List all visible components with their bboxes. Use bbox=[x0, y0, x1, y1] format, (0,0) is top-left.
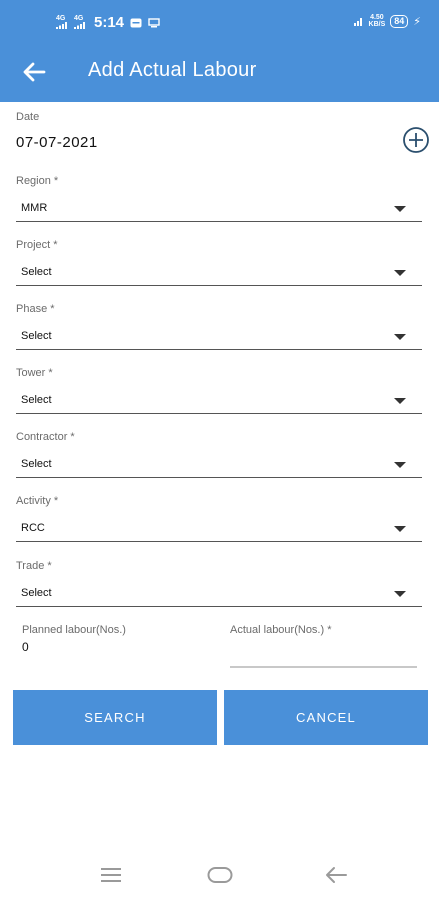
cancel-button[interactable]: CANCEL bbox=[224, 690, 428, 745]
menu-icon bbox=[101, 868, 121, 882]
contractor-label: Contractor * bbox=[16, 431, 75, 443]
contractor-dropdown[interactable]: Select bbox=[16, 452, 422, 478]
contractor-value: Select bbox=[21, 458, 52, 470]
phase-value: Select bbox=[21, 330, 52, 342]
system-back-button[interactable] bbox=[324, 864, 348, 891]
planned-labour-label: Planned labour(Nos.) bbox=[22, 624, 126, 636]
project-dropdown[interactable]: Select bbox=[16, 260, 422, 286]
back-button[interactable] bbox=[20, 58, 50, 86]
clock: 5:14 bbox=[94, 14, 125, 31]
region-label: Region * bbox=[16, 175, 59, 187]
trade-value: Select bbox=[21, 587, 52, 599]
message-icon bbox=[130, 18, 142, 27]
arrow-left-icon bbox=[23, 62, 46, 82]
network-speed: 4.50 KB/S bbox=[368, 14, 386, 28]
signal-icon bbox=[56, 21, 67, 29]
add-date-button[interactable] bbox=[402, 126, 430, 154]
signal-icon bbox=[74, 21, 85, 29]
trade-label: Trade * bbox=[16, 560, 52, 572]
home-icon bbox=[207, 867, 233, 883]
actual-labour-input[interactable] bbox=[230, 640, 417, 668]
plus-circle-icon bbox=[403, 127, 429, 153]
caret-down-icon bbox=[394, 206, 406, 212]
activity-label: Activity * bbox=[16, 495, 59, 507]
screen-cast-icon bbox=[148, 17, 160, 27]
home-button[interactable] bbox=[207, 864, 233, 891]
status-left: 4G 4G 5:14 bbox=[56, 14, 160, 31]
status-right: 4.50 KB/S 84 ⚡ bbox=[353, 14, 421, 28]
battery-indicator: 84 bbox=[390, 14, 409, 28]
planned-labour-value: 0 bbox=[22, 640, 29, 654]
phase-dropdown[interactable]: Select bbox=[16, 324, 422, 350]
app-bar: 4G 4G 5:14 4.50 KB/S 84 ⚡ Add Actual Lab… bbox=[0, 0, 439, 102]
status-bar: 4G 4G 5:14 4.50 KB/S 84 ⚡ bbox=[0, 0, 439, 46]
date-value[interactable]: 07-07-2021 bbox=[16, 134, 98, 151]
caret-down-icon bbox=[394, 526, 406, 532]
caret-down-icon bbox=[394, 334, 406, 340]
tower-label: Tower * bbox=[16, 367, 53, 379]
caret-down-icon bbox=[394, 398, 406, 404]
caret-down-icon bbox=[394, 270, 406, 276]
actual-labour-label: Actual labour(Nos.) * bbox=[230, 624, 332, 636]
network-indicator-2: 4G bbox=[74, 15, 86, 31]
tower-dropdown[interactable]: Select bbox=[16, 388, 422, 414]
tower-value: Select bbox=[21, 394, 52, 406]
caret-down-icon bbox=[394, 591, 406, 597]
project-value: Select bbox=[21, 266, 52, 278]
project-label: Project * bbox=[16, 239, 58, 251]
activity-value: RCC bbox=[21, 522, 45, 534]
region-value: MMR bbox=[21, 202, 48, 214]
date-label: Date bbox=[16, 111, 40, 123]
charging-icon: ⚡ bbox=[413, 15, 421, 28]
menu-button[interactable] bbox=[99, 864, 123, 891]
caret-down-icon bbox=[394, 462, 406, 468]
phase-label: Phase * bbox=[16, 303, 55, 315]
system-nav-bar bbox=[0, 850, 439, 900]
back-icon bbox=[326, 867, 347, 883]
trade-dropdown[interactable]: Select bbox=[16, 581, 422, 607]
activity-dropdown[interactable]: RCC bbox=[16, 516, 422, 542]
search-button[interactable]: SEARCH bbox=[13, 690, 217, 745]
network-indicator-1: 4G bbox=[56, 15, 68, 31]
wifi-signal-icon bbox=[353, 17, 362, 26]
page-title: Add Actual Labour bbox=[88, 59, 257, 81]
region-dropdown[interactable]: MMR bbox=[16, 196, 422, 222]
